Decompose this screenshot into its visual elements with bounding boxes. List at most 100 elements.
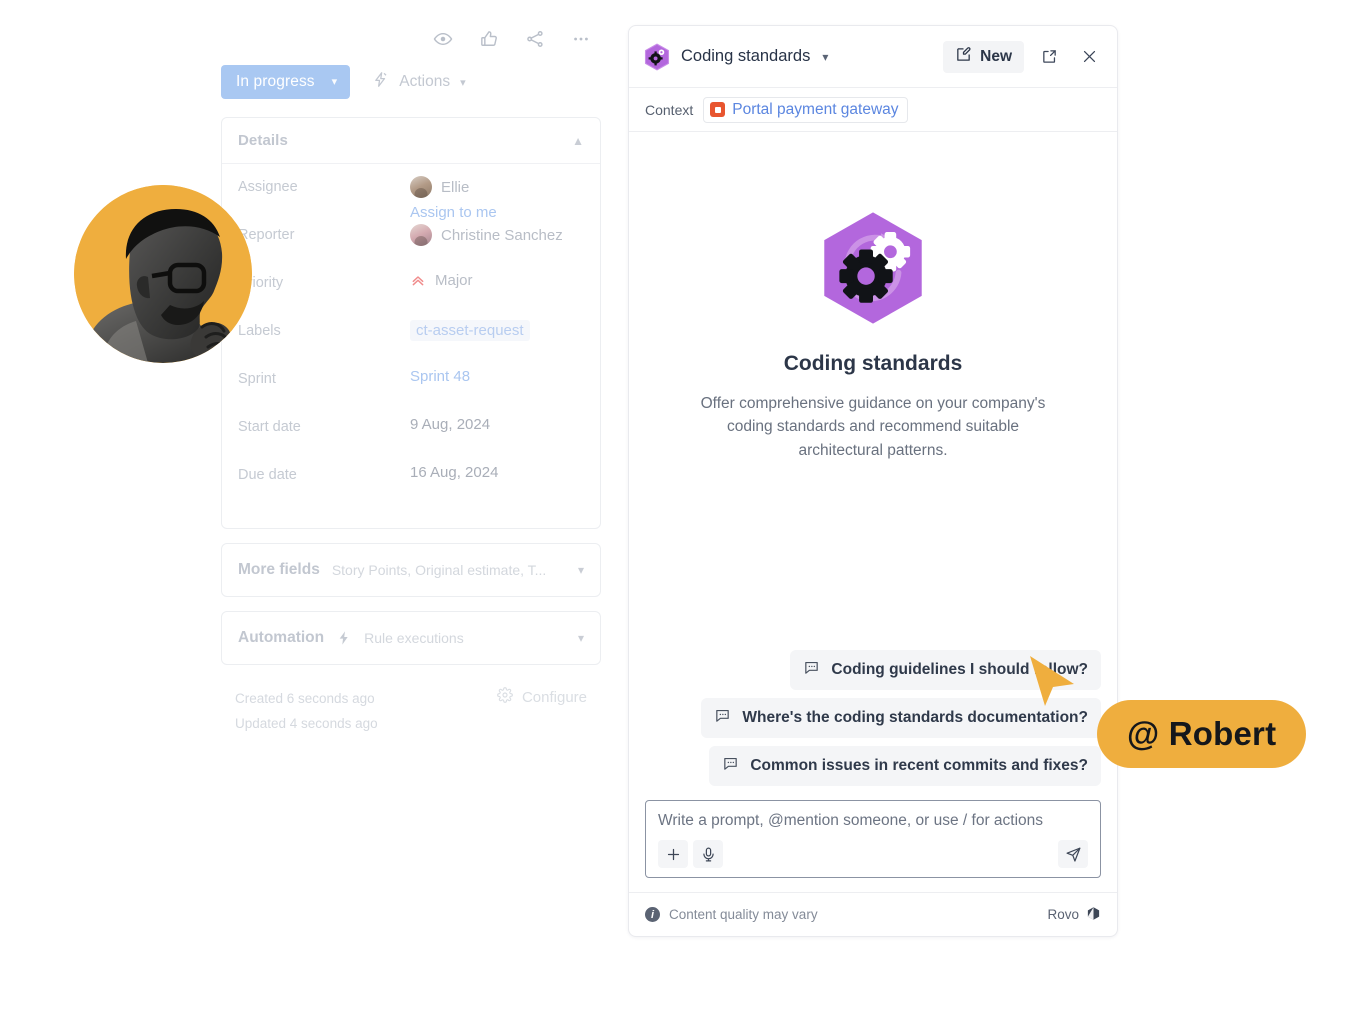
suggested-prompt-3[interactable]: Common issues in recent commits and fixe… xyxy=(709,746,1101,786)
like-icon[interactable] xyxy=(478,28,500,50)
open-in-new-icon[interactable] xyxy=(1034,42,1064,72)
chevron-down-icon: ▾ xyxy=(331,75,338,88)
suggested-prompt-2[interactable]: Where's the coding standards documentati… xyxy=(701,698,1101,738)
composer-toolbar xyxy=(658,840,1088,868)
priority-major-icon xyxy=(410,273,426,289)
chevron-down-icon[interactable]: ▾ xyxy=(822,50,828,64)
field-value[interactable]: ct-asset-request xyxy=(410,320,530,341)
status-and-actions-row: In progress ▾ Actions ▾ xyxy=(221,65,601,99)
configure-label: Configure xyxy=(521,688,587,706)
field-row-sprint: Sprint Sprint 48 xyxy=(238,368,584,416)
content-quality-label: Content quality may vary xyxy=(669,907,818,922)
field-value[interactable]: Christine Sanchez xyxy=(410,224,563,246)
actions-label: Actions xyxy=(399,73,451,90)
field-value[interactable]: Ellie xyxy=(410,176,497,198)
user-photo-avatar xyxy=(74,185,252,363)
agent-title: Coding standards xyxy=(783,352,963,375)
chat-bubble-icon xyxy=(722,755,739,777)
assign-to-me-link[interactable]: Assign to me xyxy=(410,204,497,221)
field-label: Start date xyxy=(238,419,301,435)
add-attachment-icon[interactable] xyxy=(658,840,688,868)
rovo-panel-header: Coding standards ▾ New xyxy=(629,26,1117,88)
compose-icon xyxy=(955,46,972,68)
chat-bubble-icon xyxy=(714,707,731,729)
chat-bubble-icon xyxy=(803,659,820,681)
prompt-composer[interactable]: Write a prompt, @mention someone, or use… xyxy=(645,800,1101,878)
field-value[interactable]: Major xyxy=(410,272,473,289)
watch-icon[interactable] xyxy=(432,28,454,50)
field-value[interactable]: 16 Aug, 2024 xyxy=(410,464,498,481)
avatar xyxy=(410,176,432,198)
actions-dropdown-button[interactable]: Actions ▾ xyxy=(372,71,466,93)
field-label: Reporter xyxy=(238,227,295,243)
mention-badge-robert: @ Robert xyxy=(1097,700,1307,768)
status-dropdown-button[interactable]: In progress ▾ xyxy=(221,65,351,99)
lightning-icon xyxy=(372,71,389,93)
send-icon[interactable] xyxy=(1058,840,1088,868)
sprint-link[interactable]: Sprint 48 xyxy=(410,368,470,385)
more-fields-title: More fields xyxy=(238,561,320,578)
chevron-down-icon[interactable]: ▾ xyxy=(578,631,584,645)
suggested-prompt-label: Where's the coding standards documentati… xyxy=(742,709,1088,726)
reporter-name: Christine Sanchez xyxy=(441,226,563,244)
assignee-name: Ellie xyxy=(441,178,470,196)
automation-summary: Rule executions xyxy=(364,630,464,646)
label-chip[interactable]: ct-asset-request xyxy=(410,320,530,341)
avatar xyxy=(410,224,432,246)
microphone-icon[interactable] xyxy=(693,840,723,868)
task-icon xyxy=(710,102,726,117)
rovo-panel-title: Coding standards xyxy=(681,47,811,65)
chevron-up-icon[interactable]: ▲ xyxy=(572,134,584,148)
field-label: Priority xyxy=(238,275,284,291)
issue-top-actions xyxy=(221,22,601,56)
mention-badge-label: @ Robert xyxy=(1127,715,1277,752)
field-label: Assignee xyxy=(238,179,298,195)
lightning-icon xyxy=(336,630,352,646)
rovo-panel-footer: i Content quality may vary Rovo xyxy=(629,892,1117,936)
rovo-brand: Rovo xyxy=(1047,906,1101,924)
automation-card[interactable]: Automation Rule executions ▾ xyxy=(221,611,601,665)
more-fields-summary: Story Points, Original estimate, T... xyxy=(331,562,547,578)
new-button-label: New xyxy=(980,47,1012,65)
details-card: Details ▲ Assignee Ellie Assign to me Re xyxy=(221,117,601,529)
prompt-input[interactable]: Write a prompt, @mention someone, or use… xyxy=(658,812,1088,830)
configure-button[interactable]: Configure xyxy=(497,687,587,707)
more-fields-card[interactable]: More fields Story Points, Original estim… xyxy=(221,543,601,597)
rovo-brand-label: Rovo xyxy=(1047,907,1079,922)
field-row-due-date: Due date 16 Aug, 2024 xyxy=(238,464,584,512)
details-card-header[interactable]: Details ▲ xyxy=(222,118,600,164)
field-row-start-date: Start date 9 Aug, 2024 xyxy=(238,416,584,464)
field-label: Sprint xyxy=(238,371,276,387)
suggested-prompt-1[interactable]: Coding guidelines I should follow? xyxy=(790,650,1101,690)
details-title: Details xyxy=(238,132,288,149)
priority-label: Major xyxy=(435,272,473,289)
chevron-down-icon[interactable]: ▾ xyxy=(578,563,584,577)
share-icon[interactable] xyxy=(524,28,546,50)
rovo-conversation-body: Coding standards Offer comprehensive gui… xyxy=(629,132,1117,892)
field-row-reporter: Reporter Christine Sanchez xyxy=(238,224,584,272)
context-label: Context xyxy=(645,101,694,118)
new-chat-button[interactable]: New xyxy=(943,40,1024,73)
suggested-prompts: Coding guidelines I should follow? Where… xyxy=(645,650,1101,786)
context-chip-label: Portal payment gateway xyxy=(732,100,899,118)
created-timestamp: Created 6 seconds ago xyxy=(235,691,375,706)
details-field-list: Assignee Ellie Assign to me Reporter Chr… xyxy=(222,164,600,528)
info-icon: i xyxy=(645,907,660,922)
field-value[interactable]: Sprint 48 xyxy=(410,368,470,385)
content-quality-note: i Content quality may vary xyxy=(645,907,818,922)
field-row-assignee: Assignee Ellie Assign to me xyxy=(238,176,584,224)
issue-details-panel: In progress ▾ Actions ▾ Details ▲ Assign… xyxy=(221,22,601,737)
automation-title: Automation xyxy=(238,629,325,646)
screen: In progress ▾ Actions ▾ Details ▲ Assign… xyxy=(0,0,1370,1012)
coding-standards-hexagon-icon xyxy=(815,210,931,326)
context-chip-portal-payment-gateway[interactable]: Portal payment gateway xyxy=(703,96,908,123)
field-value[interactable]: 9 Aug, 2024 xyxy=(410,416,490,433)
rovo-agent-panel: Coding standards ▾ New Context Portal pa… xyxy=(628,25,1118,937)
close-icon[interactable] xyxy=(1074,42,1104,72)
more-actions-icon[interactable] xyxy=(570,28,592,50)
suggested-prompt-label: Coding guidelines I should follow? xyxy=(831,661,1088,678)
suggested-prompt-label: Common issues in recent commits and fixe… xyxy=(750,757,1088,774)
agent-description: Offer comprehensive guidance on your com… xyxy=(700,395,1046,459)
rovo-agent-hexagon-icon xyxy=(643,42,671,71)
field-row-priority: Priority Major xyxy=(238,272,584,320)
